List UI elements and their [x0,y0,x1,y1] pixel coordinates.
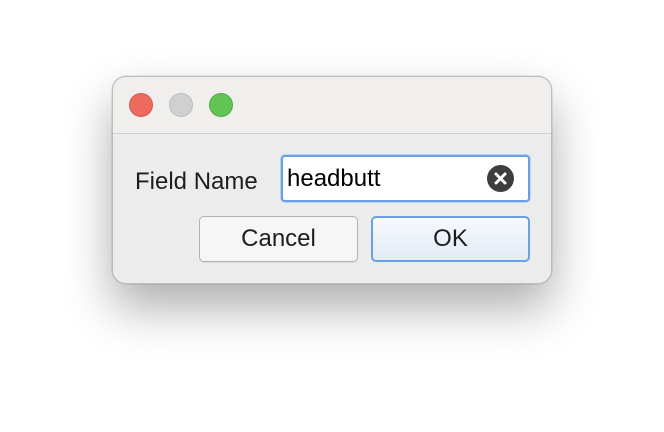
clear-field-button[interactable] [487,165,514,192]
zoom-window-button[interactable] [209,93,233,117]
field-name-input-container[interactable] [281,155,530,202]
ok-button[interactable]: OK [371,216,530,262]
field-name-input[interactable] [287,157,483,200]
dialog-content: Field Name Cancel OK [113,134,551,283]
title-bar [113,77,551,134]
cancel-button[interactable]: Cancel [199,216,358,262]
clear-x-icon [494,172,507,185]
field-name-dialog: Field Name Cancel OK [112,76,552,284]
field-name-label: Field Name [135,168,258,195]
close-window-button[interactable] [129,93,153,117]
minimize-window-button[interactable] [169,93,193,117]
